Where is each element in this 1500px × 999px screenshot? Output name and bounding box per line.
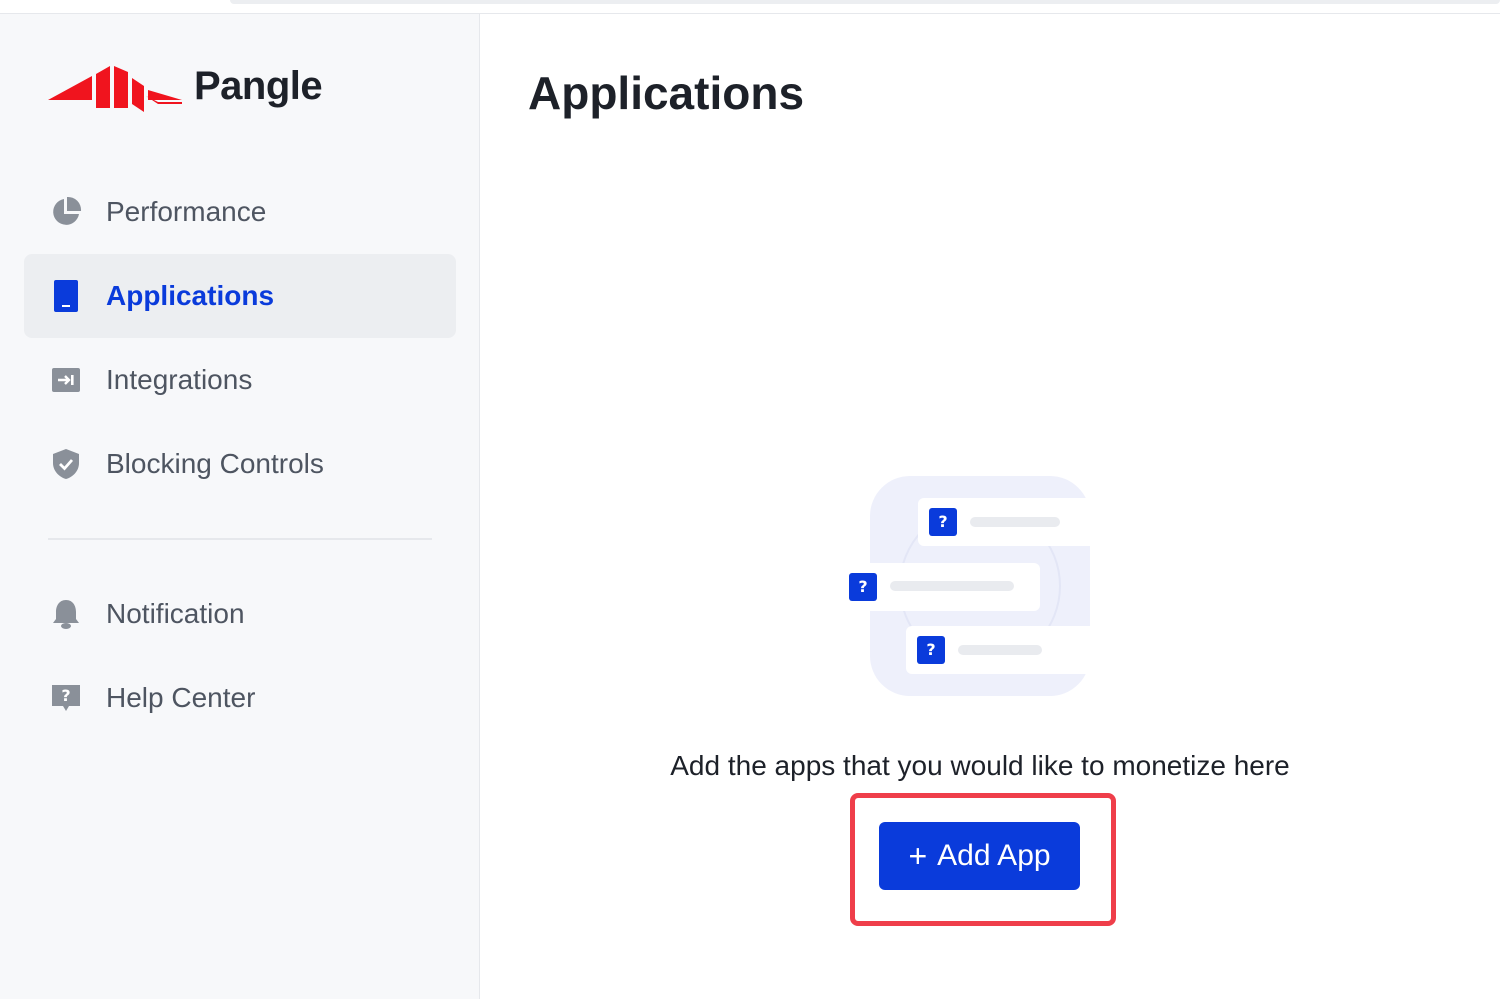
shield-icon — [50, 448, 82, 480]
svg-text:?: ? — [61, 686, 70, 705]
sidebar: Pangle Performance Applications Integrat… — [0, 14, 480, 999]
sidebar-item-performance[interactable]: Performance — [24, 170, 456, 254]
pangle-logo[interactable]: Pangle — [48, 60, 323, 112]
browser-top-bar — [0, 0, 1500, 14]
sidebar-item-applications[interactable]: Applications — [24, 254, 456, 338]
pangle-logo-mark-icon — [48, 66, 182, 112]
sidebar-item-label: Applications — [106, 280, 275, 311]
sidebar-item-label: Notification — [106, 598, 245, 629]
brand-name: Pangle — [194, 63, 323, 108]
sidebar-secondary-nav: Notification ? Help Center — [24, 572, 456, 740]
sidebar-item-label: Help Center — [106, 682, 256, 713]
question-mark-icon: ? — [938, 512, 948, 531]
phone-icon — [50, 280, 82, 312]
sidebar-item-blocking-controls[interactable]: Blocking Controls — [24, 422, 456, 506]
empty-state-illustration: ? ? ? — [834, 474, 1134, 704]
sidebar-item-label: Blocking Controls — [106, 448, 324, 479]
plus-icon: + — [908, 838, 928, 874]
add-app-button[interactable]: + Add App — [879, 822, 1080, 890]
sidebar-item-label: Integrations — [106, 364, 253, 395]
pie-chart-icon — [50, 196, 82, 228]
bell-icon — [50, 598, 82, 630]
help-icon: ? — [50, 682, 82, 714]
sidebar-divider — [48, 538, 432, 540]
page-title: Applications — [528, 67, 805, 119]
empty-state-message: Add the apps that you would like to mone… — [670, 750, 1290, 781]
sidebar-item-label: Performance — [106, 196, 267, 227]
question-mark-icon: ? — [926, 640, 936, 659]
add-app-label: Add App — [937, 839, 1051, 872]
question-mark-icon: ? — [858, 577, 868, 596]
sidebar-nav: Performance Applications Integrations Bl… — [24, 170, 456, 506]
address-strip — [230, 0, 1500, 4]
sidebar-item-notification[interactable]: Notification — [24, 572, 456, 656]
sidebar-item-integrations[interactable]: Integrations — [24, 338, 456, 422]
integration-icon — [50, 364, 82, 396]
sidebar-item-help-center[interactable]: ? Help Center — [24, 656, 456, 740]
